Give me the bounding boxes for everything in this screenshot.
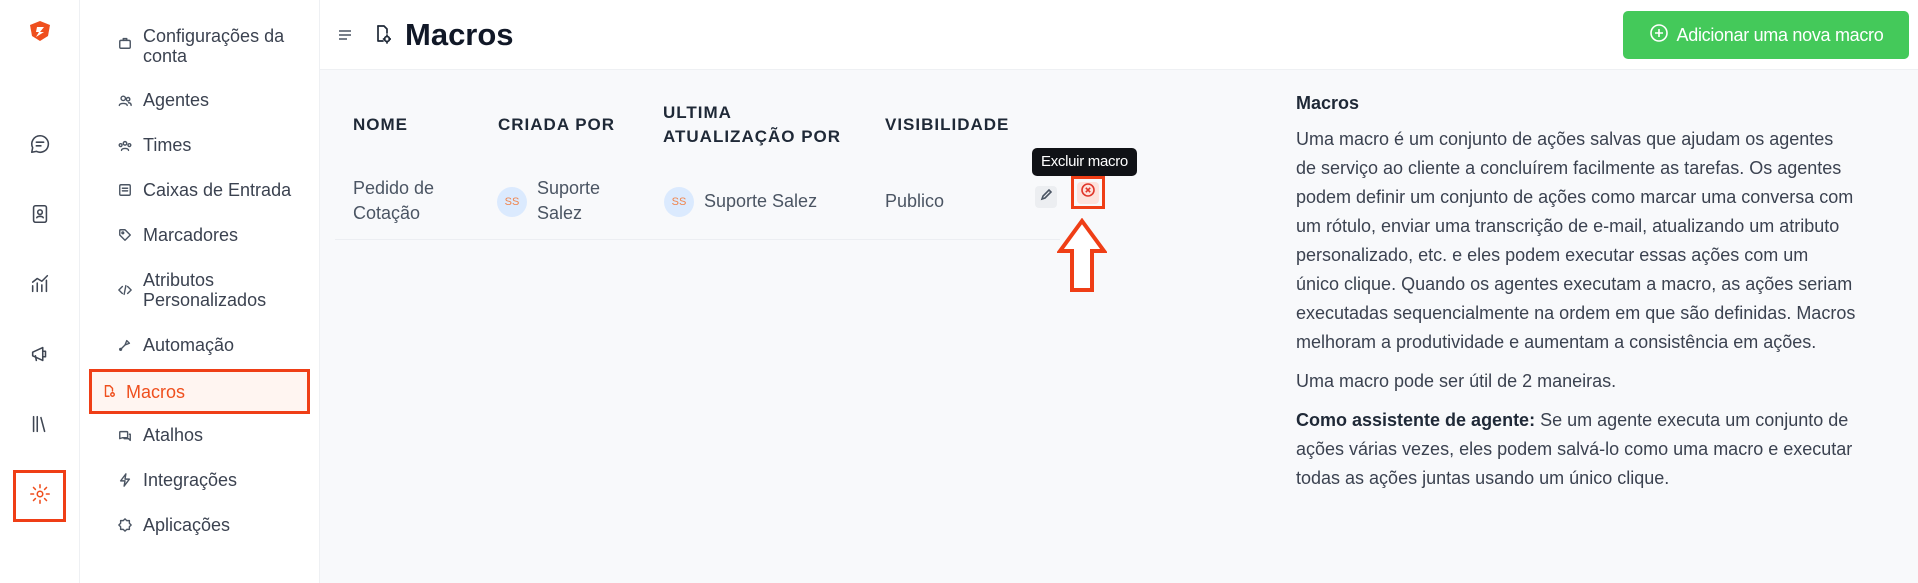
team-icon bbox=[118, 139, 132, 153]
sidebar-item-automation[interactable]: Automação bbox=[96, 335, 310, 357]
settings-sidebar: Configurações da conta Agentes Times Cai… bbox=[80, 0, 320, 583]
sidebar-item-label: Automação bbox=[143, 335, 235, 355]
visibility-value: Publico bbox=[885, 191, 945, 211]
help-paragraph: Uma macro pode ser útil de 2 maneiras. bbox=[1296, 371, 1617, 391]
sidebar-item-label: Times bbox=[143, 135, 192, 155]
created-by-line2: Salez bbox=[537, 203, 583, 223]
sidebar-item-teams[interactable]: Times bbox=[96, 135, 310, 157]
help-paragraph: Como assistente de agente: Se um agente … bbox=[1296, 406, 1856, 493]
sidebar-item-agents[interactable]: Agentes bbox=[96, 90, 310, 112]
automation-icon bbox=[118, 338, 132, 352]
plus-circle-icon bbox=[1649, 23, 1669, 48]
page-title: Macros bbox=[405, 17, 514, 52]
library-icon bbox=[29, 413, 51, 440]
contact-book-icon bbox=[29, 203, 51, 230]
page-header: Macros Adicionar uma nova macro bbox=[320, 0, 1918, 70]
primary-rail bbox=[0, 0, 80, 583]
sidebar-item-label: Marcadores bbox=[143, 225, 239, 245]
lightning-icon bbox=[118, 473, 132, 487]
sidebar-item-applications[interactable]: Aplicações bbox=[96, 515, 310, 537]
apps-icon bbox=[118, 518, 132, 532]
column-header-updated-by-line1: ULTIMA bbox=[663, 103, 732, 122]
sidebar-item-label: Agentes bbox=[143, 90, 210, 110]
sidebar-item-label: Caixas de Entrada bbox=[143, 180, 292, 200]
macro-icon bbox=[102, 384, 116, 398]
inbox-icon bbox=[118, 183, 132, 197]
sidebar-item-label: Atributos Personalizados bbox=[143, 270, 267, 310]
help-panel: Macros Uma macro é um conjunto de ações … bbox=[1296, 90, 1856, 503]
column-header-visibility: VISIBILIDADE bbox=[885, 115, 1010, 134]
contacts-button[interactable] bbox=[20, 196, 60, 236]
brand-logo-icon[interactable] bbox=[28, 20, 52, 42]
sidebar-item-inboxes[interactable]: Caixas de Entrada bbox=[96, 180, 310, 202]
column-header-updated-by-line2: ATUALIZAÇÃO POR bbox=[663, 127, 842, 146]
delete-button-face bbox=[1077, 181, 1099, 204]
reports-button[interactable] bbox=[20, 266, 60, 306]
avatar: SS bbox=[664, 187, 694, 217]
macro-name-line2[interactable]: Cotação bbox=[353, 201, 420, 226]
library-button[interactable] bbox=[20, 406, 60, 446]
briefcase-icon bbox=[118, 36, 132, 50]
sidebar-item-label: Aplicações bbox=[143, 515, 231, 535]
sidebar-item-label: Macros bbox=[126, 382, 186, 402]
delete-macro-button[interactable] bbox=[1071, 176, 1105, 209]
sidebar-item-label: Configurações da conta bbox=[143, 26, 285, 66]
code-icon bbox=[118, 283, 132, 297]
sidebar-item-label: Integrações bbox=[143, 470, 238, 490]
conversations-button[interactable] bbox=[20, 126, 60, 166]
row-divider bbox=[335, 239, 1060, 240]
edit-macro-button[interactable] bbox=[1035, 186, 1057, 208]
created-by-line1: Suporte bbox=[537, 178, 601, 198]
sidebar-item-macros[interactable]: Macros bbox=[89, 369, 310, 414]
sidebar-item-custom-attributes[interactable]: Atributos Personalizados bbox=[96, 270, 310, 310]
chat-bubble-icon bbox=[29, 133, 51, 160]
settings-button[interactable] bbox=[13, 470, 66, 522]
chart-line-icon bbox=[29, 273, 51, 300]
menu-toggle-icon[interactable] bbox=[338, 28, 352, 40]
macros-content: NOME CRIADA POR ULTIMA ATUALIZAÇÃO POR V… bbox=[320, 70, 1918, 583]
tag-icon bbox=[118, 228, 132, 242]
close-circle-icon bbox=[1081, 183, 1095, 202]
delete-tooltip: Excluir macro bbox=[1032, 148, 1137, 176]
campaigns-button[interactable] bbox=[20, 336, 60, 376]
macro-name-line1[interactable]: Pedido de bbox=[353, 176, 434, 201]
chat-shortcut-icon bbox=[118, 429, 132, 443]
add-macro-button[interactable]: Adicionar uma nova macro bbox=[1623, 11, 1909, 59]
macro-icon bbox=[373, 24, 392, 44]
updated-by: Suporte Salez bbox=[704, 191, 818, 211]
help-title: Macros bbox=[1296, 93, 1360, 113]
gear-icon bbox=[29, 483, 51, 510]
sidebar-item-label: Atalhos bbox=[143, 425, 204, 445]
sidebar-item-labels[interactable]: Marcadores bbox=[96, 225, 310, 247]
users-icon bbox=[118, 94, 132, 108]
column-header-name: NOME bbox=[353, 115, 408, 134]
sidebar-item-shortcuts[interactable]: Atalhos bbox=[96, 425, 310, 447]
pointer-arrow-icon bbox=[1057, 218, 1107, 292]
help-paragraph: Uma macro é um conjunto de ações salvas … bbox=[1296, 129, 1856, 352]
avatar: SS bbox=[497, 187, 527, 217]
sidebar-item-account-settings[interactable]: Configurações da conta bbox=[96, 26, 310, 66]
sidebar-item-integrations[interactable]: Integrações bbox=[96, 470, 310, 492]
pencil-icon bbox=[1040, 188, 1053, 206]
megaphone-icon bbox=[29, 343, 51, 370]
add-macro-label: Adicionar uma nova macro bbox=[1676, 24, 1884, 45]
help-bold-heading: Como assistente de agente: bbox=[1296, 410, 1536, 430]
column-header-created-by: CRIADA POR bbox=[498, 115, 616, 134]
